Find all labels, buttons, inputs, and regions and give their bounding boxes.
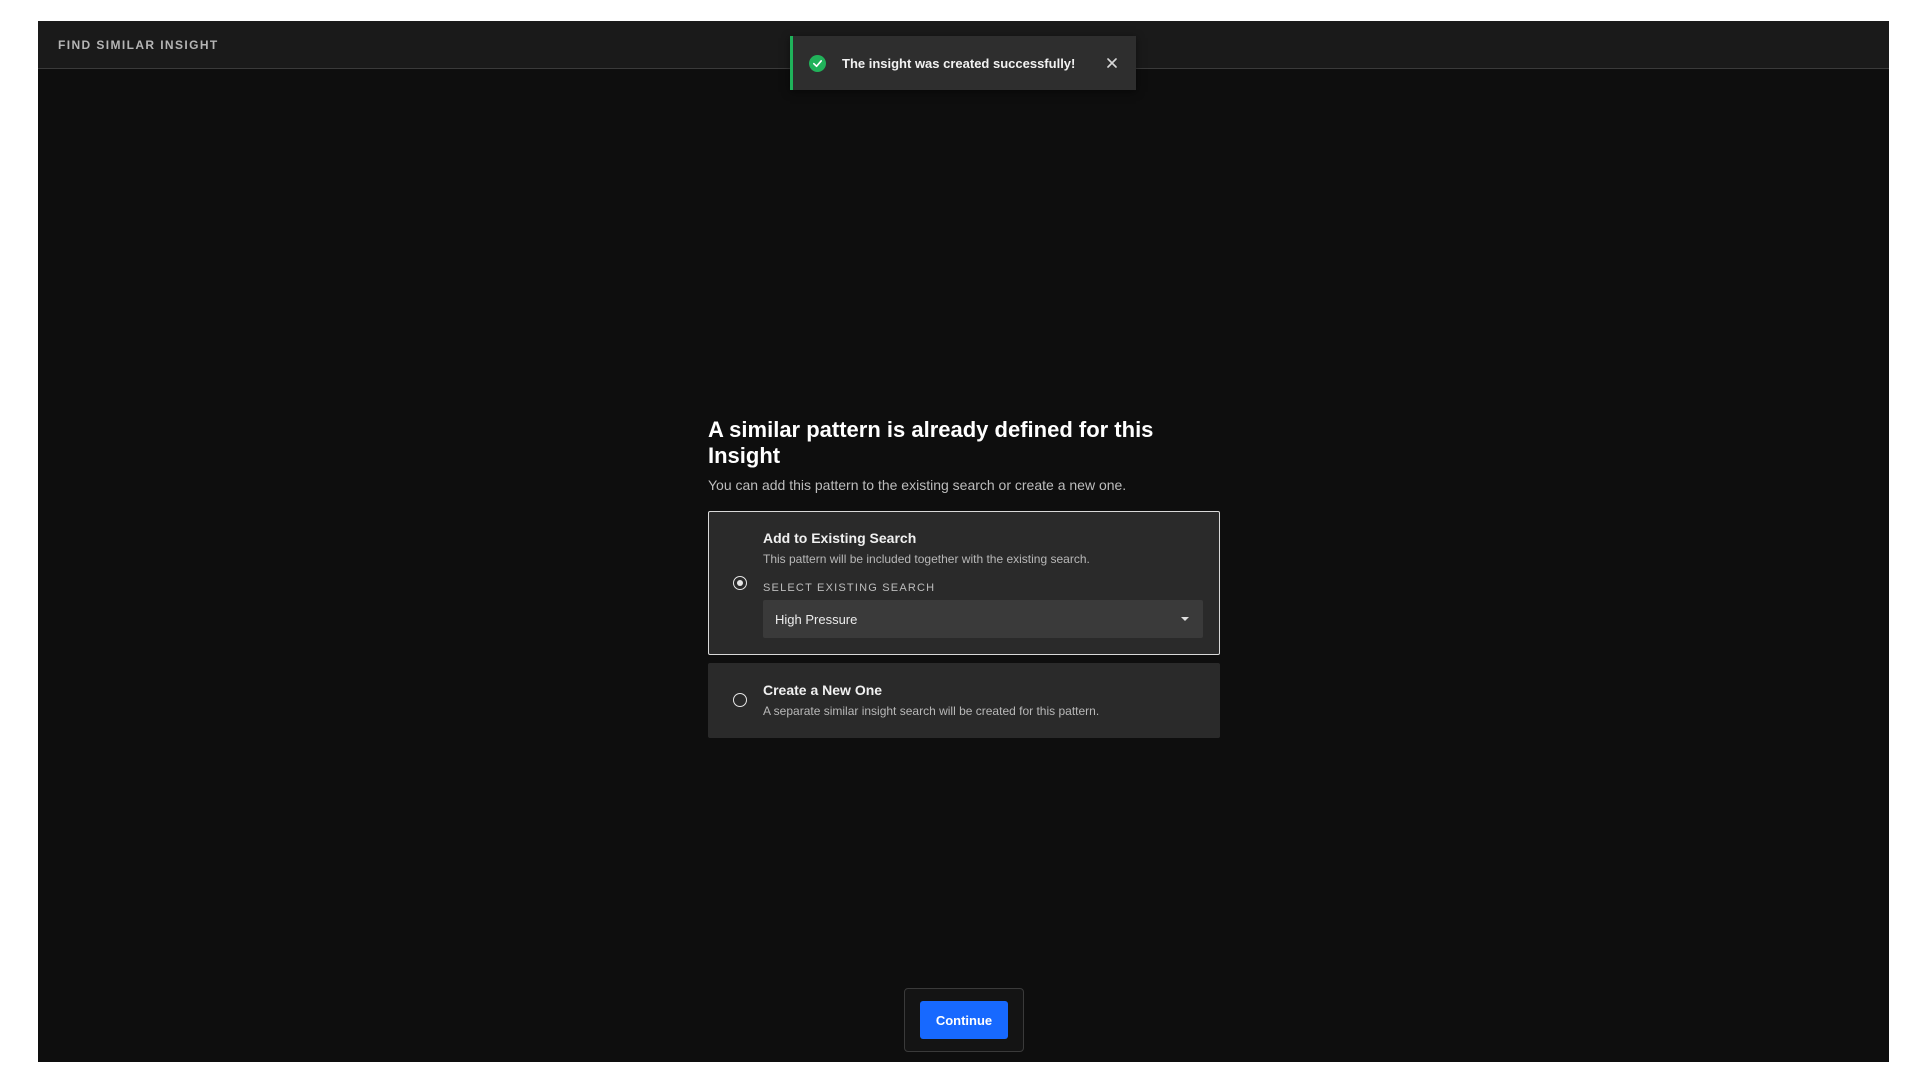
option-title: Create a New One — [763, 682, 883, 698]
radio-selected-dot — [737, 580, 743, 586]
existing-search-dropdown[interactable]: High Pressure — [763, 600, 1203, 638]
toast-message: The insight was created successfully! — [842, 55, 1076, 71]
success-toast: The insight was created successfully! — [790, 36, 1136, 90]
panel-subheading: You can add this pattern to the existing… — [708, 477, 1127, 493]
option-title: Add to Existing Search — [763, 530, 917, 546]
footer-action-bar: Continue — [904, 988, 1024, 1052]
option-description: This pattern will be included together w… — [763, 552, 1090, 566]
dropdown-selected-value: High Pressure — [775, 611, 858, 627]
radio-create-new[interactable] — [733, 693, 747, 707]
pattern-choice-panel: A similar pattern is already defined for… — [708, 417, 1220, 738]
option-add-to-existing-search[interactable]: Add to Existing Search This pattern will… — [708, 511, 1220, 655]
panel-heading: A similar pattern is already defined for… — [708, 417, 1154, 468]
check-circle-icon — [809, 54, 826, 72]
caret-down-icon — [1181, 617, 1189, 621]
continue-button[interactable]: Continue — [920, 1001, 1008, 1039]
app-window: FIND SIMILAR INSIGHT The insight was cre… — [38, 21, 1889, 1062]
radio-add-to-existing[interactable] — [733, 576, 747, 590]
option-create-new-one[interactable]: Create a New One A separate similar insi… — [708, 663, 1220, 738]
page-title: FIND SIMILAR INSIGHT — [58, 38, 219, 52]
select-existing-search-label: SELECT EXISTING SEARCH — [763, 582, 936, 594]
close-icon[interactable] — [1102, 53, 1122, 73]
option-description: A separate similar insight search will b… — [763, 704, 1100, 718]
